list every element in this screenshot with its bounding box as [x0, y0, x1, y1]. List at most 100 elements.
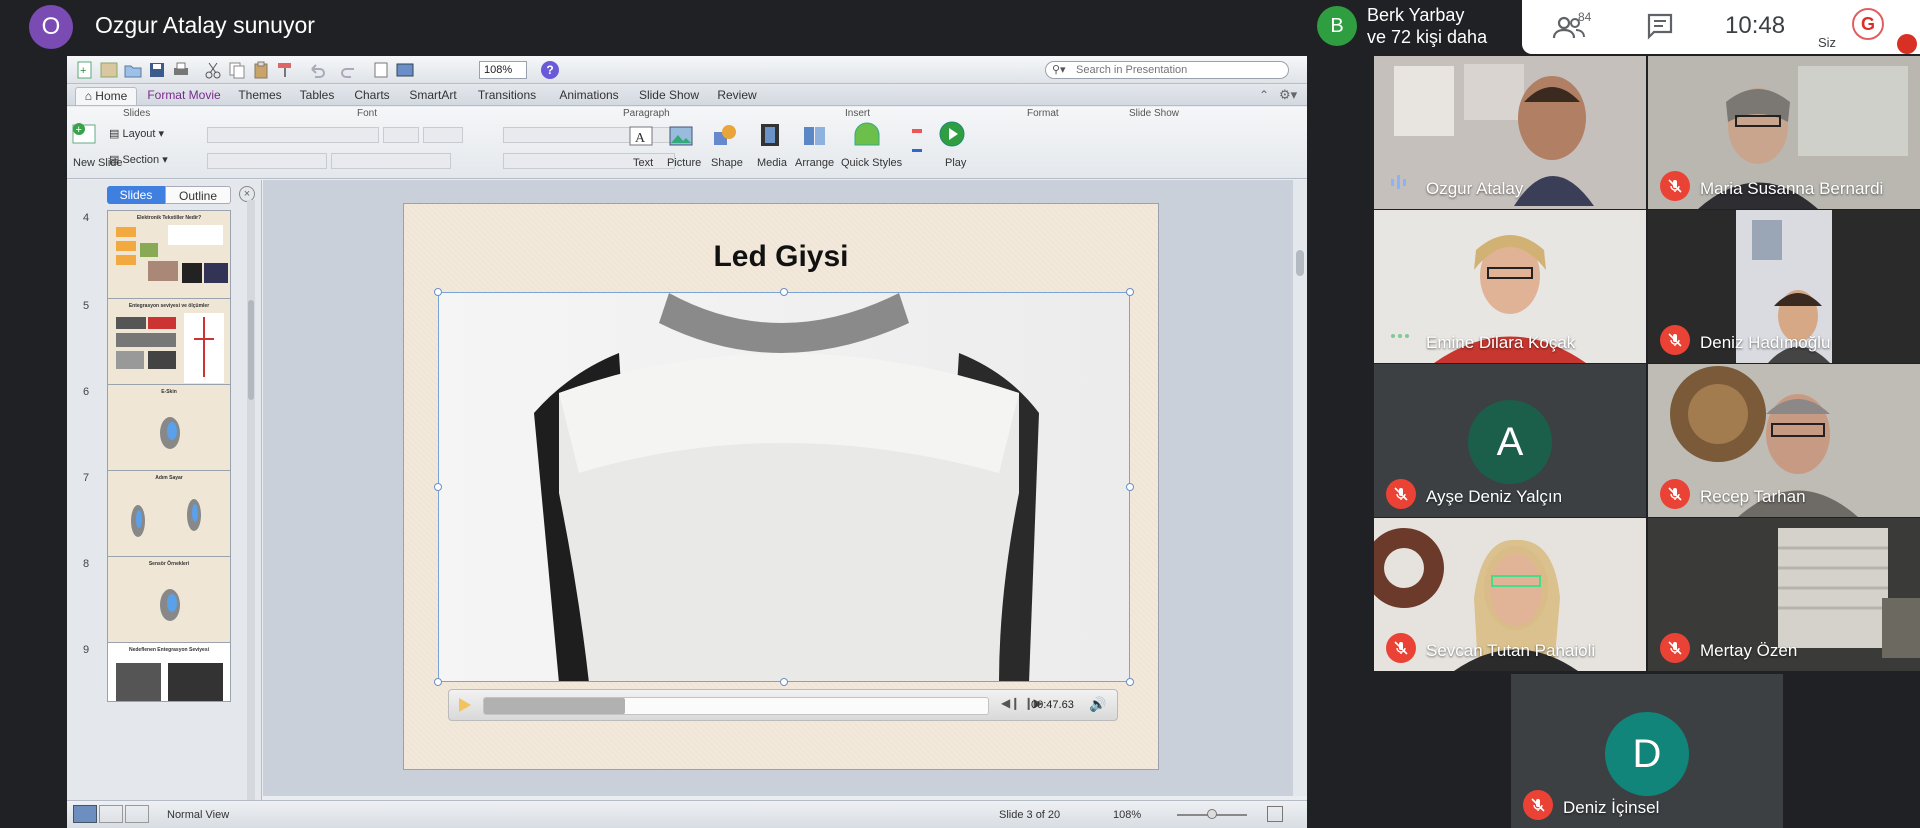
participant-avatar: D: [1605, 712, 1689, 796]
video-frame[interactable]: [438, 292, 1130, 682]
tab-charts[interactable]: Charts: [347, 87, 397, 105]
media-icon[interactable]: [757, 121, 785, 154]
fit-window-icon[interactable]: [1267, 806, 1283, 822]
help-icon[interactable]: ?: [541, 61, 559, 79]
participant-tile[interactable]: Emine Dilara Koçak: [1374, 210, 1646, 363]
zoom-slider-knob[interactable]: [1207, 809, 1217, 819]
tab-smartart[interactable]: SmartArt: [402, 87, 464, 105]
slide-title[interactable]: Led Giysi: [404, 240, 1158, 274]
text-box-icon[interactable]: A: [627, 123, 655, 154]
video-time: 00:47.63: [1031, 699, 1074, 711]
participant-tile[interactable]: Ozgur Atalay: [1374, 56, 1646, 209]
selection-handle[interactable]: [1126, 288, 1134, 296]
new-doc-icon[interactable]: +: [75, 60, 95, 80]
video-progress[interactable]: [483, 697, 989, 715]
arrange-label[interactable]: Arrange: [795, 157, 834, 169]
selection-handle[interactable]: [780, 678, 788, 686]
tab-transitions[interactable]: Transitions: [468, 87, 546, 105]
search-input[interactable]: [1076, 64, 1276, 76]
toolbox-icon[interactable]: [371, 60, 391, 80]
slide-thumbnail[interactable]: Nedeflenen Entegrasyon Seviyesi: [107, 642, 231, 702]
outline-tab[interactable]: Outline: [165, 186, 231, 204]
search-box[interactable]: ⚲▾: [1045, 61, 1289, 79]
slide-thumbnail[interactable]: Adım Sayar: [107, 470, 231, 562]
quick-styles-label[interactable]: Quick Styles: [841, 157, 902, 169]
tab-tables[interactable]: Tables: [291, 87, 343, 105]
participant-tile[interactable]: Sevcan Tutan Panaioli: [1374, 518, 1646, 671]
arrange-icon[interactable]: [801, 123, 831, 154]
selection-handle[interactable]: [1126, 483, 1134, 491]
font-color-buttons[interactable]: [331, 153, 451, 169]
collapse-ribbon-icon[interactable]: ⌃: [1259, 88, 1269, 102]
shape-fill-icon[interactable]: [909, 121, 939, 162]
copy-icon[interactable]: [227, 60, 247, 80]
tab-animations[interactable]: Animations: [551, 87, 627, 105]
cut-icon[interactable]: [203, 60, 223, 80]
participant-tile[interactable]: Recep Tarhan: [1648, 364, 1920, 517]
selection-handle[interactable]: [780, 288, 788, 296]
normal-view-icon[interactable]: [73, 805, 97, 823]
font-name-select[interactable]: [207, 127, 379, 143]
participant-tile[interactable]: Maria Susanna Bernardi: [1648, 56, 1920, 209]
slide-thumbnail[interactable]: Elektronik Tekstiller Nedir?: [107, 210, 231, 302]
picture-label[interactable]: Picture: [667, 157, 701, 169]
format-painter-icon[interactable]: [275, 60, 295, 80]
selection-handle[interactable]: [1126, 678, 1134, 686]
chat-icon[interactable]: [1645, 12, 1675, 40]
slide-show-view-icon[interactable]: [125, 805, 149, 823]
slide-thumbnail[interactable]: Sensör Örnekleri: [107, 556, 231, 648]
selection-handle[interactable]: [434, 678, 442, 686]
picture-icon[interactable]: [667, 123, 695, 154]
slide-thumbnail[interactable]: E-Skin: [107, 384, 231, 476]
undo-icon[interactable]: [307, 60, 327, 80]
current-slide[interactable]: Led Giysi ◀❙ ❙▶ 00:47.63 🔊: [403, 203, 1159, 770]
paste-icon[interactable]: [251, 60, 271, 80]
selection-handle[interactable]: [434, 483, 442, 491]
zoom-select[interactable]: 108%: [479, 61, 527, 79]
meet-controls: 84 10:48 Siz G: [1522, 0, 1920, 54]
gallery-icon[interactable]: [99, 60, 119, 80]
slide-thumbnail[interactable]: Entegrasyon seviyesi ve ölçümler: [107, 298, 231, 390]
print-icon[interactable]: [171, 60, 191, 80]
quick-styles-icon[interactable]: [851, 121, 883, 154]
tab-review[interactable]: Review: [711, 87, 763, 105]
participant-tile[interactable]: Mertay Özen: [1648, 518, 1920, 671]
play-icon[interactable]: [937, 119, 967, 154]
pane-scrollbar[interactable]: [247, 200, 255, 800]
ribbon-settings-icon[interactable]: ⚙▾: [1279, 87, 1297, 103]
font-size-select[interactable]: [383, 127, 419, 143]
canvas-scrollbar[interactable]: [1293, 180, 1307, 796]
canvas-scrollbar-thumb[interactable]: [1296, 250, 1304, 276]
section-button[interactable]: ▤ Section ▾: [109, 153, 168, 166]
tab-home[interactable]: ⌂ Home: [75, 87, 137, 105]
media-browser-icon[interactable]: [395, 60, 415, 80]
shape-label[interactable]: Shape: [711, 157, 743, 169]
font-style-buttons[interactable]: [207, 153, 327, 169]
tab-slide-show[interactable]: Slide Show: [633, 87, 705, 105]
group-font-label: Font: [357, 108, 378, 119]
slide-sorter-icon[interactable]: [99, 805, 123, 823]
participant-tile[interactable]: D Deniz İçinsel: [1511, 674, 1783, 828]
shape-icon[interactable]: [711, 123, 739, 154]
participant-tile[interactable]: Deniz Hadımoğlu: [1648, 210, 1920, 363]
redo-icon[interactable]: [339, 60, 359, 80]
mic-off-icon: [1523, 790, 1553, 820]
media-label[interactable]: Media: [757, 157, 787, 169]
save-icon[interactable]: [147, 60, 167, 80]
video-play-icon[interactable]: [459, 698, 471, 712]
tab-themes[interactable]: Themes: [232, 87, 288, 105]
text-label[interactable]: Text: [633, 157, 653, 169]
self-avatar[interactable]: G: [1852, 8, 1884, 40]
volume-icon[interactable]: 🔊: [1089, 696, 1106, 713]
new-slide-icon[interactable]: +: [71, 121, 99, 152]
play-label[interactable]: Play: [945, 157, 966, 169]
open-icon[interactable]: [123, 60, 143, 80]
tab-format-movie[interactable]: Format Movie: [139, 87, 229, 105]
participant-name: Recep Tarhan: [1700, 487, 1806, 506]
slides-tab[interactable]: Slides: [107, 186, 165, 204]
participant-tile[interactable]: A Ayşe Deniz Yalçın: [1374, 364, 1646, 517]
layout-button[interactable]: ▤ Layout ▾: [109, 127, 164, 140]
pane-scrollbar-thumb[interactable]: [248, 300, 254, 400]
selection-handle[interactable]: [434, 288, 442, 296]
font-size-buttons[interactable]: [423, 127, 463, 143]
